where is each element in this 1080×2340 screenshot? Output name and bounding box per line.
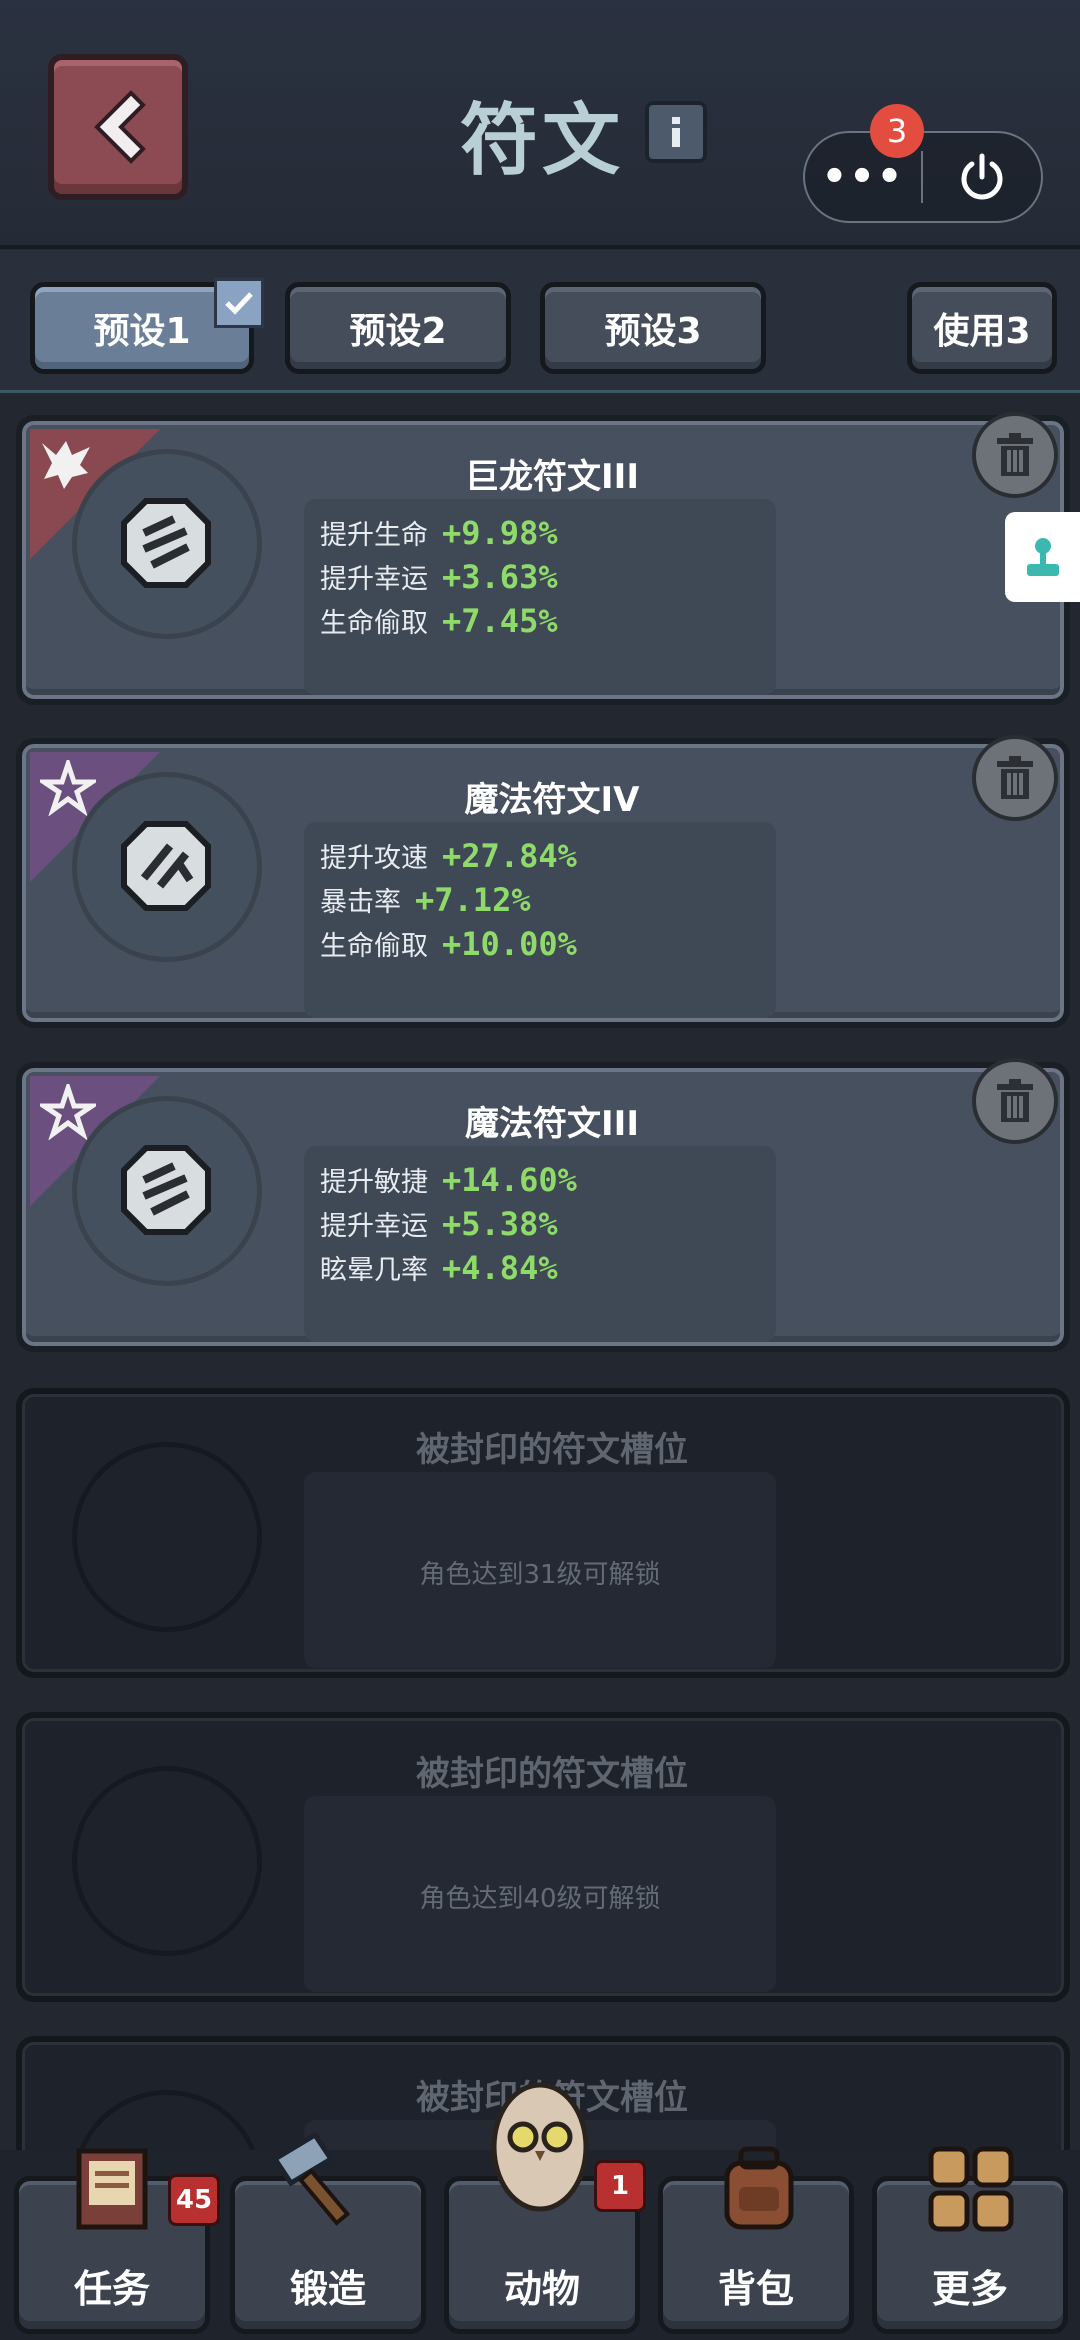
stat-label: 提升敏捷 <box>320 1167 428 1198</box>
stat-label: 提升生命 <box>320 520 428 551</box>
stat-value: +4.84% <box>442 1249 558 1287</box>
tab-preset-2[interactable]: 预设2 <box>285 282 511 374</box>
locked-rune-slot: 被封印的符文槽位 角色达到31级可解锁 <box>16 1388 1070 1678</box>
backpack-icon <box>724 2146 794 2230</box>
stat-value: +5.38% <box>442 1205 558 1243</box>
stat-row: 暴击率 +7.12% <box>320 880 531 919</box>
stat-label: 提升幸运 <box>320 564 428 595</box>
joystick-icon <box>1027 538 1059 576</box>
stat-value: +10.00% <box>442 925 577 963</box>
trash-icon <box>997 756 1033 799</box>
stat-label: 生命偷取 <box>320 608 428 639</box>
nav-label: 任务 <box>73 2267 150 2311</box>
stat-row: 眩晕几率 +4.84% <box>320 1248 558 1287</box>
stat-label: 提升幸运 <box>320 1211 428 1242</box>
nav-label: 背包 <box>717 2267 794 2311</box>
use-preset-button[interactable]: 使用3 <box>907 282 1057 374</box>
nav-label: 动物 <box>503 2267 580 2311</box>
stat-label: 眩晕几率 <box>320 1255 428 1286</box>
trash-icon <box>997 433 1033 476</box>
unlock-requirement: 角色达到40级可解锁 <box>419 1884 661 1914</box>
rune-name: 魔法符文III <box>465 1104 639 1144</box>
power-icon <box>961 153 1003 200</box>
grid-more-icon <box>928 2146 1014 2232</box>
info-icon <box>672 117 680 147</box>
locked-rune-slot: 被封印的符文槽位 角色达到40级可解锁 <box>16 1712 1070 2002</box>
locked-slot-title: 被封印的符文槽位 <box>416 1430 688 1470</box>
stat-label: 提升攻速 <box>320 843 428 874</box>
magic-star-icon <box>40 1084 96 1140</box>
tab-preset-3[interactable]: 预设3 <box>540 282 766 374</box>
miniprogram-capsule: ••• <box>803 131 1043 223</box>
nav-forge[interactable]: 锻造 <box>230 2131 426 2334</box>
rune-card[interactable]: 魔法符文III 提升敏捷 +14.60% 提升幸运 +5.38% 眩晕几率 +4.84… <box>16 1062 1070 1352</box>
stat-row: 提升幸运 +3.63% <box>320 557 558 596</box>
magic-star-icon <box>40 760 96 816</box>
nav-label: 锻造 <box>289 2267 366 2311</box>
stat-value: +3.63% <box>442 558 558 596</box>
stat-value: +9.98% <box>442 514 558 552</box>
rune-card[interactable]: 魔法符文IV 提升攻速 +27.84% 暴击率 +7.12% 生命偷取 +10.00% <box>16 738 1070 1028</box>
close-miniprogram-button[interactable] <box>923 150 1041 204</box>
nav-backpack[interactable]: 背包 <box>658 2146 854 2334</box>
delete-rune-button[interactable] <box>972 1058 1058 1144</box>
floating-helper-button[interactable] <box>1005 512 1080 602</box>
more-menu-button[interactable]: ••• <box>805 154 921 200</box>
rune-stats-panel: 提升生命 +9.98% 提升幸运 +3.63% 生命偷取 +7.45% <box>304 499 776 695</box>
rune-name: 巨龙符文III <box>465 457 639 497</box>
nav-badge: 45 <box>168 2174 220 2226</box>
stat-value: +7.45% <box>442 602 558 640</box>
owl-pet-icon <box>491 2082 589 2212</box>
rune-stone-icon <box>121 1145 211 1235</box>
rune-stats-panel: 提升敏捷 +14.60% 提升幸运 +5.38% 眩晕几率 +4.84% <box>304 1146 776 1342</box>
stat-row: 提升生命 +9.98% <box>320 513 558 552</box>
notification-badge: 3 <box>870 104 924 158</box>
hammer-icon <box>271 2131 351 2226</box>
rune-stone-icon <box>121 821 211 911</box>
rune-card[interactable]: 巨龙符文III 提升生命 +9.98% 提升幸运 +3.63% 生命偷取 +7.45% <box>16 415 1070 705</box>
nav-badge: 1 <box>594 2160 646 2212</box>
dragon-icon <box>42 441 90 489</box>
chevron-left-icon <box>94 90 146 164</box>
stat-row: 提升敏捷 +14.60% <box>320 1160 577 1199</box>
delete-rune-button[interactable] <box>972 735 1058 821</box>
trash-icon <box>997 1079 1033 1122</box>
rune-slot-ring <box>72 1766 262 1956</box>
stat-row: 生命偷取 +7.45% <box>320 601 558 640</box>
rune-stone-icon <box>121 498 211 588</box>
delete-rune-button[interactable] <box>972 412 1058 498</box>
stat-value: +7.12% <box>415 881 531 919</box>
stat-row: 生命偷取 +10.00% <box>320 924 577 963</box>
rune-stats-panel: 提升攻速 +27.84% 暴击率 +7.12% 生命偷取 +10.00% <box>304 822 776 1018</box>
checkmark-icon <box>214 278 264 328</box>
unlock-requirement: 角色达到31级可解锁 <box>419 1560 661 1590</box>
info-button[interactable] <box>645 101 707 163</box>
back-button[interactable] <box>48 54 188 200</box>
stat-row: 提升幸运 +5.38% <box>320 1204 558 1243</box>
stat-label: 暴击率 <box>320 887 401 918</box>
locked-slot-title: 被封印的符文槽位 <box>416 1754 688 1794</box>
stat-value: +27.84% <box>442 837 577 875</box>
stat-value: +14.60% <box>442 1161 577 1199</box>
nav-label: 更多 <box>931 2267 1008 2311</box>
quest-book-icon <box>76 2148 148 2230</box>
stat-row: 提升攻速 +27.84% <box>320 836 577 875</box>
nav-more[interactable]: 更多 <box>872 2146 1068 2334</box>
rune-name: 魔法符文IV <box>464 780 640 820</box>
rune-slot-ring <box>72 1442 262 1632</box>
page-title: 符文 <box>460 96 625 186</box>
stat-label: 生命偷取 <box>320 931 428 962</box>
